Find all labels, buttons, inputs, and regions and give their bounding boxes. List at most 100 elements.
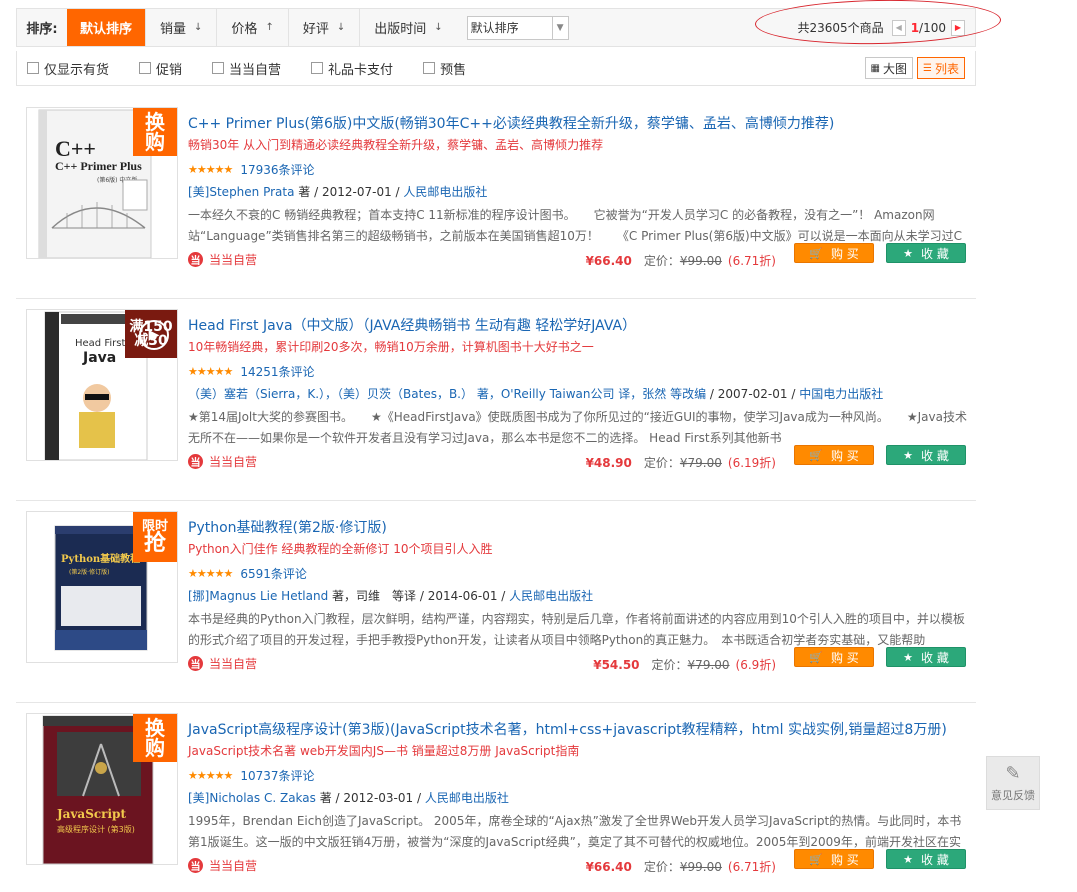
author-link[interactable]: （美）塞若（Sierra，K.），（美）贝茨（Bates，B.） 著，O'Rei… <box>188 387 706 401</box>
list-price: ¥99.00 <box>679 254 722 268</box>
author-link[interactable]: [美]Stephen Prata <box>188 185 294 199</box>
filter-presale[interactable]: 预售 <box>423 59 466 78</box>
product-cover[interactable]: Python基础教程 (第2版·修订版) 限时抢 <box>26 511 178 663</box>
checkbox-icon[interactable] <box>139 62 152 74</box>
product-description: 一本经久不衰的C 畅销经典教程；首本支持C 11新标准的程序设计图书。 它被誉为… <box>188 208 963 243</box>
sort-select-value: 默认排序 <box>470 21 519 35</box>
chevron-down-icon: ▼ <box>551 16 568 39</box>
sort-select[interactable]: 默认排序 ▼ <box>466 15 569 40</box>
dangdang-icon: 当 <box>188 454 203 469</box>
buy-button[interactable]: 🛒 购 买 <box>794 445 874 465</box>
reviews-link[interactable]: 6591条评论 <box>240 565 307 582</box>
product-meta: [美]Stephen Prata 著 / 2012-07-01 / 人民邮电出版… <box>188 185 488 199</box>
sort-sales-button[interactable]: 销量 ↓ <box>146 9 218 46</box>
cart-icon: 🛒 <box>809 650 823 664</box>
star-icon: ★ <box>903 852 914 866</box>
reviews-link[interactable]: 14251条评论 <box>240 363 314 380</box>
arrow-up-icon: ↑ <box>265 22 274 33</box>
product-item: C++ C++ Primer Plus (第6版) 中文版 换购 C++ Pri… <box>16 97 976 299</box>
cart-icon: 🛒 <box>809 448 823 462</box>
checkbox-icon[interactable] <box>423 62 436 74</box>
publisher-link[interactable]: 人民邮电出版社 <box>509 589 593 603</box>
sort-pubdate-button[interactable]: 出版时间 ↓ <box>360 9 456 46</box>
product-title-link[interactable]: JavaScript高级程序设计(第3版)(JavaScript技术名著，htm… <box>188 719 947 739</box>
cart-icon: 🛒 <box>809 246 823 260</box>
filter-in-stock[interactable]: 仅显示有货 <box>27 59 109 78</box>
svg-text:Python基础教程: Python基础教程 <box>61 552 140 565</box>
product-description: 本书是经典的Python入门教程，层次鲜明，结构严谨，内容翔实，特别是后几章，作… <box>188 612 965 647</box>
discount: (6.71折) <box>727 860 776 874</box>
promo-badge: 换购 <box>133 108 177 156</box>
checkbox-icon[interactable] <box>311 62 324 74</box>
product-meta: （美）塞若（Sierra，K.），（美）贝茨（Bates，B.） 著，O'Rei… <box>188 387 884 401</box>
publisher-link[interactable]: 中国电力出版社 <box>799 387 883 401</box>
buy-button[interactable]: 🛒 购 买 <box>794 849 874 869</box>
discount: (6.9折) <box>735 658 776 672</box>
buy-button[interactable]: 🛒 购 买 <box>794 243 874 263</box>
filter-giftcard[interactable]: 礼品卡支付 <box>311 59 393 78</box>
arrow-down-icon: ↓ <box>336 22 346 33</box>
star-icon: ★ <box>903 246 914 260</box>
sale-price: ¥66.40 <box>585 254 632 268</box>
price-box: ¥66.40 定价： ¥99.00 (6.71折) <box>585 254 776 268</box>
rating-stars-icon: ★★★★★ <box>188 365 233 378</box>
product-item: Head First Java 满150 减30 ▶ Head First Jav… <box>16 299 976 501</box>
product-title-link[interactable]: C++ Primer Plus(第6版)中文版(畅销30年C++必读经典教程全新… <box>188 113 834 133</box>
svg-text:高级程序设计 (第3版): 高级程序设计 (第3版) <box>57 824 135 834</box>
product-cover[interactable]: C++ C++ Primer Plus (第6版) 中文版 换购 <box>26 107 178 259</box>
checkbox-icon[interactable] <box>212 62 225 74</box>
reviews-link[interactable]: 17936条评论 <box>240 161 314 178</box>
cart-icon: 🛒 <box>809 852 823 866</box>
sale-price: ¥48.90 <box>585 456 632 470</box>
grid-icon: ▦ <box>870 62 880 74</box>
grid-view-button[interactable]: ▦ 大图 <box>864 57 914 79</box>
publisher-link[interactable]: 人民邮电出版社 <box>403 185 487 199</box>
publisher-link[interactable]: 人民邮电出版社 <box>425 791 509 805</box>
dangdang-icon: 当 <box>188 858 203 873</box>
filter-bar: 仅显示有货 促销 当当自营 礼品卡支付 预售 ▦ 大图 ☰ 列表 <box>16 51 976 86</box>
product-title-link[interactable]: Head First Java（中文版）（JAVA经典畅销书 生动有趣 轻松学好… <box>188 315 636 335</box>
page-indicator: 1/100 <box>910 20 946 35</box>
shop-tag: 当当当自营 <box>188 857 257 874</box>
product-title-link[interactable]: Python基础教程(第2版·修订版) <box>188 517 387 537</box>
sort-price-button[interactable]: 价格 ↑ <box>217 9 289 46</box>
list-view-button[interactable]: ☰ 列表 <box>917 57 965 79</box>
svg-text:Java: Java <box>82 350 116 366</box>
price-box: ¥48.90 定价： ¥79.00 (6.19折) <box>585 456 776 470</box>
svg-text:C++ Primer Plus: C++ Primer Plus <box>55 159 142 173</box>
sort-rating-button[interactable]: 好评 ↓ <box>289 9 361 46</box>
pencil-icon: ✎ <box>1005 763 1021 784</box>
promo-badge: 限时抢 <box>133 512 177 562</box>
filter-promotion[interactable]: 促销 <box>139 59 182 78</box>
author-link[interactable]: [美]Nicholas C. Zakas <box>188 791 316 805</box>
product-cover[interactable]: Head First Java 满150 减30 ▶ <box>26 309 178 461</box>
product-description: 1995年，Brendan Eich创造了JavaScript。 2005年，席… <box>188 814 962 849</box>
sale-price: ¥66.40 <box>585 860 632 874</box>
list-icon: ☰ <box>923 62 932 74</box>
view-toggle: ▦ 大图 ☰ 列表 <box>861 57 965 79</box>
favorite-button[interactable]: ★ 收 藏 <box>886 849 966 869</box>
list-price: ¥79.00 <box>679 456 722 470</box>
buy-button[interactable]: 🛒 购 买 <box>794 647 874 667</box>
feedback-button[interactable]: ✎ 意见反馈 <box>986 756 1040 810</box>
product-cover[interactable]: JavaScript 高级程序设计 (第3版) 换购 <box>26 713 178 865</box>
promo-badge: 换购 <box>133 714 177 762</box>
prev-page-icon[interactable]: ◀ <box>891 19 906 36</box>
discount: (6.71折) <box>727 254 776 268</box>
filter-dangdang-self[interactable]: 当当自营 <box>212 59 281 78</box>
list-price: ¥79.00 <box>687 658 730 672</box>
checkbox-icon[interactable] <box>27 62 39 74</box>
shop-tag: 当当当自营 <box>188 655 257 672</box>
play-icon[interactable]: ▶ <box>139 320 169 350</box>
favorite-button[interactable]: ★ 收 藏 <box>886 243 966 263</box>
svg-text:JavaScript: JavaScript <box>56 807 126 821</box>
product-subtitle: 10年畅销经典，累计印刷20多次，畅销10万余册，计算机图书十大好书之一 <box>188 340 594 354</box>
next-page-icon[interactable]: ▶ <box>951 19 965 36</box>
reviews-link[interactable]: 10737条评论 <box>240 767 314 784</box>
favorite-button[interactable]: ★ 收 藏 <box>886 647 966 667</box>
list-price: ¥99.00 <box>679 860 722 874</box>
favorite-button[interactable]: ★ 收 藏 <box>886 445 966 465</box>
author-link[interactable]: [挪]Magnus Lie Hetland <box>188 589 328 603</box>
sort-default-button[interactable]: 默认排序 <box>67 9 147 46</box>
product-subtitle: 畅销30年 从入门到精通必读经典教程全新升级，蔡学镛、孟岩、高博倾力推荐 <box>188 138 604 152</box>
